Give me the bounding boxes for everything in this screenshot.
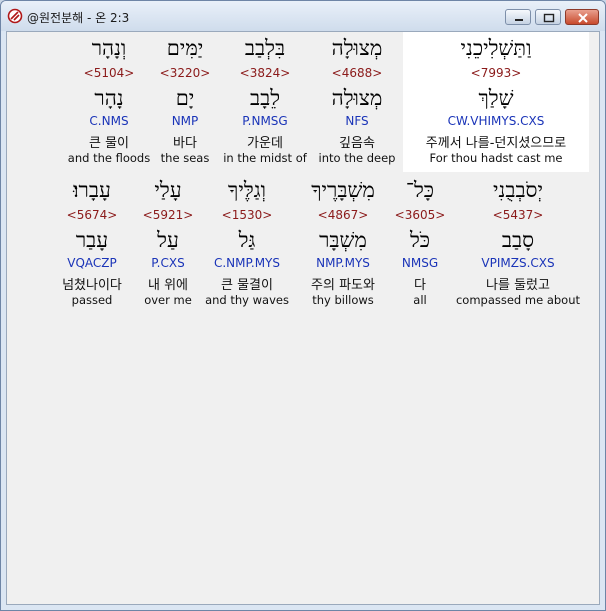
strong-number: <5437> xyxy=(492,208,544,222)
hebrew-word: מִשְׁבָּרֶיךָ xyxy=(311,178,375,202)
strong-number: <5104> xyxy=(83,66,135,80)
app-window: @원전분해 - 온 2:3 וְנָהָר <5104> נָהָר C.NMS… xyxy=(0,0,606,611)
korean-gloss: 큰 물이 xyxy=(88,136,129,151)
strong-number: <3220> xyxy=(159,66,211,80)
strong-number: <7993> xyxy=(470,66,522,80)
korean-gloss: 큰 물결이 xyxy=(221,278,273,293)
strong-number: <5921> xyxy=(142,208,194,222)
hebrew-lemma: עָבַר xyxy=(75,228,109,252)
korean-gloss: 바다 xyxy=(173,136,197,151)
english-gloss: in the midst of xyxy=(223,151,307,165)
morphology-code: NFS xyxy=(345,114,369,128)
hebrew-word: עָבָרוּ׃ xyxy=(73,178,111,202)
hebrew-lemma: לֵבָב xyxy=(249,86,281,110)
strong-number: <4867> xyxy=(317,208,369,222)
hebrew-lemma: מִשְׁבָּר xyxy=(319,228,367,252)
verse-row-1: וְנָהָר <5104> נָהָר C.NMS 큰 물이 and the … xyxy=(7,32,599,172)
hebrew-word: כָּל־ xyxy=(405,178,435,202)
word-cell-selected[interactable]: וַתַּשְׁלִיכֵנִי <7993> שָׁלַךְ CW.VHIMY… xyxy=(403,32,589,172)
word-cell[interactable]: וְנָהָר <5104> נָהָר C.NMS 큰 물이 and the … xyxy=(61,32,157,172)
word-cell[interactable]: מְצוּלָה <4688> מְצוּלָה NFS 깊음속 into th… xyxy=(311,32,403,172)
morphology-code: VPIMZS.CXS xyxy=(481,256,555,270)
analysis-pane: וְנָהָר <5104> נָהָר C.NMS 큰 물이 and the … xyxy=(6,31,600,605)
hebrew-lemma: שָׁלַךְ xyxy=(478,86,514,110)
title-bar[interactable]: @원전분해 - 온 2:3 xyxy=(1,1,605,31)
hebrew-word: וְנָהָר xyxy=(91,36,127,60)
morphology-code: P.NMSG xyxy=(242,114,288,128)
english-gloss: For thou hadst cast me xyxy=(429,151,563,165)
english-gloss: and thy waves xyxy=(205,293,289,307)
english-gloss: over me xyxy=(144,293,192,307)
word-cell[interactable]: וְגַלֶּיךָ <1530> גַּל C.NMP.MYS 큰 물결이 a… xyxy=(201,174,293,314)
hebrew-word: מְצוּלָה xyxy=(331,36,383,60)
strong-number: <3824> xyxy=(239,66,291,80)
close-button[interactable] xyxy=(565,9,599,25)
hebrew-lemma: גַּל xyxy=(238,228,256,252)
morphology-code: NMP.MYS xyxy=(316,256,370,270)
strong-number: <4688> xyxy=(331,66,383,80)
korean-gloss: 넘쳤나이다 xyxy=(62,278,122,293)
korean-gloss: 주께서 나를-던지셨으므로 xyxy=(425,136,567,151)
strong-number: <5674> xyxy=(66,208,118,222)
korean-gloss: 내 위에 xyxy=(147,278,188,293)
word-cell[interactable]: עָלַי <5921> עַל P.CXS 내 위에 over me xyxy=(139,174,197,314)
word-cell[interactable]: יְסֹבְבֻנִי <5437> סָבַב VPIMZS.CXS 나를 둘… xyxy=(451,174,585,314)
maximize-button[interactable] xyxy=(535,9,561,25)
hebrew-lemma: עַל xyxy=(157,228,179,252)
hebrew-word: וַתַּשְׁלִיכֵנִי xyxy=(460,36,532,60)
korean-gloss: 주의 파도와 xyxy=(311,278,375,293)
hebrew-word: יְסֹבְבֻנִי xyxy=(492,178,544,202)
hebrew-word: יַמִּים xyxy=(166,36,204,60)
word-cell[interactable]: בִּלְבַב <3824> לֵבָב P.NMSG 가운데 in the … xyxy=(217,32,313,172)
word-cell[interactable]: יַמִּים <3220> יָם NMP 바다 the seas xyxy=(155,32,215,172)
english-gloss: passed xyxy=(71,293,113,307)
hebrew-lemma: כֹּל xyxy=(409,228,431,252)
word-cell[interactable]: מִשְׁבָּרֶיךָ <4867> מִשְׁבָּר NMP.MYS 주… xyxy=(295,174,391,314)
minimize-icon xyxy=(515,19,523,21)
english-gloss: into the deep xyxy=(318,151,396,165)
morphology-code: NMSG xyxy=(401,256,439,270)
english-gloss: all xyxy=(413,293,427,307)
hebrew-word: וְגַלֶּיךָ xyxy=(228,178,266,202)
english-gloss: thy billows xyxy=(312,293,374,307)
morphology-code: NMP xyxy=(171,114,199,128)
word-cell[interactable]: עָבָרוּ׃ <5674> עָבַר VQACZP 넘쳤나이다 passe… xyxy=(45,174,139,314)
hebrew-lemma: יָם xyxy=(175,86,195,110)
minimize-button[interactable] xyxy=(505,9,531,25)
strong-number: <1530> xyxy=(221,208,273,222)
hebrew-word: עָלַי xyxy=(154,178,182,202)
english-gloss: compassed me about xyxy=(455,293,581,307)
verse-row-2: עָבָרוּ׃ <5674> עָבַר VQACZP 넘쳤나이다 passe… xyxy=(7,174,599,314)
morphology-code: CW.VHIMYS.CXS xyxy=(447,114,545,128)
korean-gloss: 가운데 xyxy=(247,136,283,151)
english-gloss: the seas xyxy=(160,151,210,165)
word-cell[interactable]: כָּל־ <3605> כֹּל NMSG 다 all xyxy=(391,174,449,314)
hebrew-lemma: סָבַב xyxy=(501,228,535,252)
korean-gloss: 나를 둘렀고 xyxy=(486,278,550,293)
korean-gloss: 다 xyxy=(414,278,426,293)
hebrew-lemma: נָהָר xyxy=(94,86,124,110)
morphology-code: VQACZP xyxy=(67,256,117,270)
app-icon xyxy=(7,8,23,24)
english-gloss: and the floods xyxy=(67,151,151,165)
morphology-code: P.CXS xyxy=(151,256,185,270)
hebrew-lemma: מְצוּלָה xyxy=(331,86,383,110)
morphology-code: C.NMP.MYS xyxy=(213,256,280,270)
morphology-code: C.NMS xyxy=(89,114,129,128)
korean-gloss: 깊음속 xyxy=(339,136,375,151)
strong-number: <3605> xyxy=(394,208,446,222)
window-title: @원전분해 - 온 2:3 xyxy=(27,11,130,25)
maximize-icon xyxy=(543,13,555,23)
hebrew-word: בִּלְבַב xyxy=(244,36,286,60)
close-icon xyxy=(578,13,588,23)
